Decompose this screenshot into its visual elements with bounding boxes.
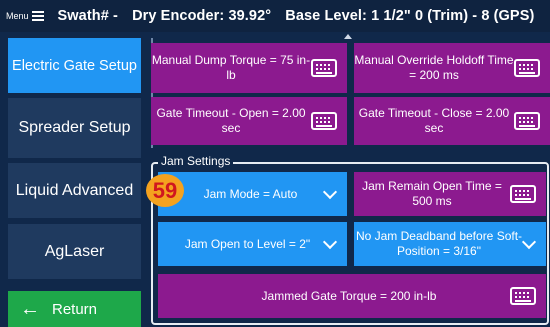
keyboard-icon [510,185,536,203]
button-label: Gate Timeout - Open = 2.00 sec [156,106,306,135]
dropdown-label: Jam Open to Level = 2" [184,236,311,251]
button-label: Manual Dump Torque = 75 in-lb [151,53,311,82]
gate-timeout-close-button[interactable]: Gate Timeout - Close = 2.00 sec [354,97,550,145]
nav-aglaser[interactable]: AgLaser [8,224,141,279]
jammed-gate-torque-button[interactable]: Jammed Gate Torque = 200 in-lb [158,274,546,318]
swath-label: Swath# - [57,8,118,24]
keyboard-icon [510,287,536,305]
menu-button[interactable]: Menu [6,11,44,21]
nav-label: Spreader Setup [18,119,131,136]
menu-label: Menu [6,11,29,21]
chevron-down-icon [322,234,338,249]
status-text: Swath# - Dry Encoder: 39.92° Base Level:… [58,8,545,24]
return-label: Return [52,300,98,318]
scroll-up-icon[interactable] [344,34,352,39]
nav-spreader-setup[interactable]: Spreader Setup [8,98,141,158]
status-bar: Menu Swath# - Dry Encoder: 39.92° Base L… [0,0,550,32]
encoder-readout: Dry Encoder: 39.92° [132,8,272,24]
manual-override-holdoff-button[interactable]: Manual Override Holdoff Time = 200 ms [354,43,550,93]
button-label: Manual Override Holdoff Time = 200 ms [354,53,514,82]
app-window: Menu Swath# - Dry Encoder: 39.92° Base L… [0,0,550,327]
no-jam-deadband-dropdown[interactable]: No Jam Deadband before Soft-Position = 3… [354,222,546,266]
keyboard-icon [311,59,337,77]
dropdown-label: No Jam Deadband before Soft-Position = 3… [355,229,523,258]
button-label: Jam Remain Open Time = 500 ms [362,179,502,208]
keyboard-icon [514,112,540,130]
manual-dump-torque-button[interactable]: Manual Dump Torque = 75 in-lb [151,43,347,93]
keyboard-icon [514,59,540,77]
button-label: Jammed Gate Torque = 200 in-lb [261,288,437,303]
nav-label: Electric Gate Setup [12,57,137,74]
nav-label: AgLaser [44,242,105,260]
jam-mode-dropdown[interactable]: Jam Mode = Auto [158,172,347,216]
jam-remain-open-time-button[interactable]: Jam Remain Open Time = 500 ms [354,172,546,216]
nav-electric-gate-setup[interactable]: Electric Gate Setup [8,38,141,93]
nav-liquid-advanced[interactable]: Liquid Advanced [8,163,141,218]
chevron-down-icon [322,184,338,199]
nav-label: Liquid Advanced [15,181,134,199]
gate-timeout-open-button[interactable]: Gate Timeout - Open = 2.00 sec [151,97,347,145]
hamburger-icon [31,11,44,21]
return-button[interactable]: ← Return [8,291,141,327]
step-badge: 59 [146,174,184,207]
chevron-down-icon [521,234,537,249]
jam-open-to-level-dropdown[interactable]: Jam Open to Level = 2" [158,222,347,266]
jam-settings-title: Jam Settings [158,154,234,168]
base-level-readout: Base Level: 1 1/2" 0 (Trim) - 8 (GPS) [285,8,535,24]
arrow-left-icon: ← [20,297,40,320]
keyboard-icon [311,112,337,130]
button-label: Gate Timeout - Close = 2.00 sec [358,106,510,135]
